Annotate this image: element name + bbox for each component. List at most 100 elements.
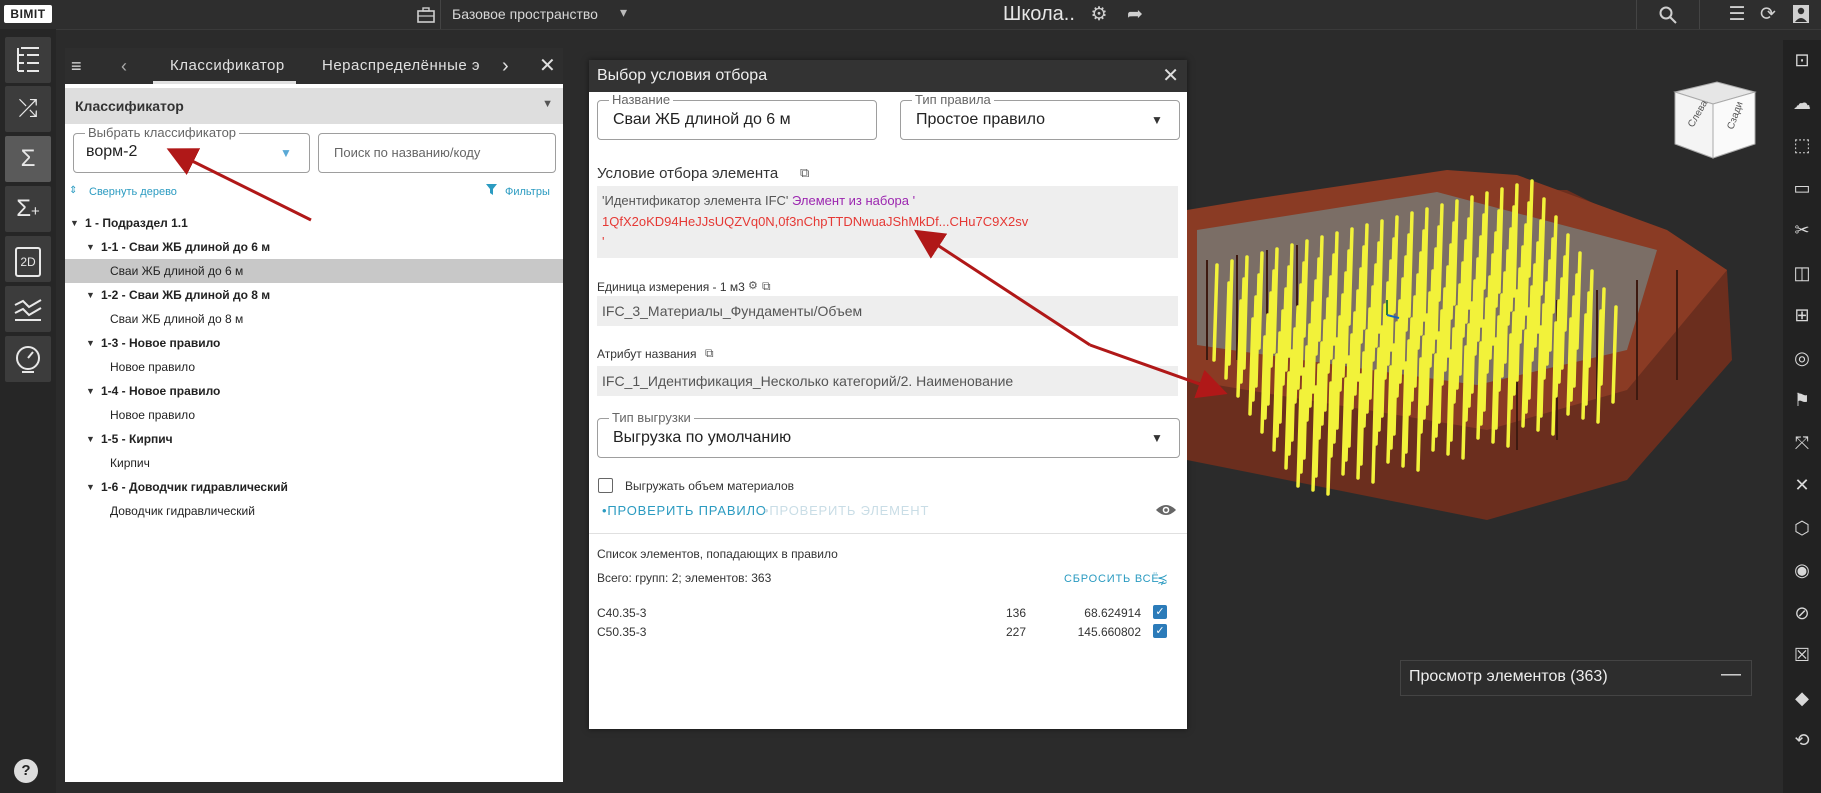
chevron-left-icon[interactable]: ‹ — [121, 48, 128, 84]
rule-type-value: Простое правило — [916, 111, 1045, 128]
search-icon[interactable] — [1653, 0, 1683, 29]
space-selector[interactable]: Базовое пространство — [452, 6, 598, 22]
condition-end: ' — [602, 234, 605, 249]
eye-icon[interactable] — [1155, 503, 1177, 522]
tree-group[interactable]: 1-2 - Сваи ЖБ длиной до 8 м — [101, 288, 270, 302]
reset-all-button[interactable]: СБРОСИТЬ ВСЁ — [1064, 573, 1160, 585]
help-button[interactable]: ? — [14, 759, 38, 783]
name-attr-value-box[interactable]: IFC_1_Идентификация_Несколько категорий/… — [597, 366, 1178, 396]
filter-icon[interactable] — [486, 184, 497, 198]
2d-icon[interactable]: 2D — [5, 236, 51, 282]
search-input[interactable]: Поиск по названию/коду — [318, 133, 556, 173]
chevron-down-icon[interactable]: ▼ — [86, 242, 95, 252]
cut-icon[interactable]: ✂ — [1787, 215, 1817, 245]
tree-group[interactable]: 1-4 - Новое правило — [101, 384, 220, 398]
eye-off-icon[interactable]: ⊘ — [1787, 598, 1817, 628]
view-cube[interactable]: Слева Сзади — [1673, 80, 1759, 162]
gauge-icon[interactable] — [5, 336, 51, 382]
unit-value-box[interactable]: IFC_3_Материалы_Фундаменты/Объем — [597, 296, 1178, 326]
tree-group[interactable]: 1-3 - Новое правило — [101, 336, 220, 350]
check-element-button[interactable]: •ПРОВЕРИТЬ ЭЛЕМЕНТ — [764, 503, 929, 518]
dialog-title: Выбор условия отбора — [597, 67, 768, 84]
tree-group[interactable]: 1-5 - Кирпич — [101, 432, 173, 446]
tab-unassigned[interactable]: Нераспределённые э — [322, 48, 507, 84]
sigma-plus-icon[interactable]: Σ+ — [5, 186, 51, 232]
chevron-down-icon[interactable]: ▼ — [280, 146, 292, 160]
classifier-section-header[interactable]: Классификатор ▼ — [65, 88, 563, 124]
close-icon[interactable]: ✕ — [1162, 63, 1179, 88]
element-checkbox[interactable]: ✓ — [1153, 605, 1167, 619]
menu-icon[interactable]: ≡ — [71, 48, 82, 84]
export-volume-checkbox[interactable] — [598, 478, 613, 493]
tree-group[interactable]: 1-6 - Доводчик гидравлический — [101, 480, 288, 494]
flag-icon[interactable]: ⚑ — [1787, 385, 1817, 415]
collapse-tree-icon[interactable]: ⇕ — [69, 185, 77, 196]
collapse-tree-button[interactable]: Свернуть дерево — [89, 186, 177, 198]
chevron-down-icon[interactable]: ▼ — [70, 218, 79, 228]
element-preview-bar[interactable]: Просмотр элементов (363) — — [1400, 660, 1752, 696]
unit-value: IFC_3_Материалы_Фундаменты/Объем — [602, 303, 863, 319]
chevron-down-icon[interactable]: ▾ — [620, 4, 627, 21]
search-placeholder: Поиск по названию/коду — [334, 145, 481, 160]
chevron-down-icon[interactable]: ▼ — [542, 98, 553, 110]
briefcase-icon[interactable] — [411, 0, 441, 29]
tree-item[interactable]: Новое правило — [110, 360, 195, 374]
transform-icon[interactable]: ⤧ — [1787, 428, 1817, 458]
filters-button[interactable]: Фильтры — [505, 186, 550, 198]
clear-selection-icon[interactable]: ⋨ — [1157, 571, 1168, 587]
chevron-down-icon[interactable]: ▼ — [86, 338, 95, 348]
sigma-icon[interactable]: Σ — [5, 136, 51, 182]
tree-item[interactable]: Новое правило — [110, 408, 195, 422]
chevron-down-icon[interactable]: ▼ — [1151, 113, 1163, 127]
box-x-icon[interactable]: ☒ — [1787, 640, 1817, 670]
tree-icon[interactable] — [5, 37, 51, 83]
tab-classifier[interactable]: Классификатор — [170, 48, 285, 84]
close-icon[interactable]: ✕ — [539, 48, 556, 84]
tree-group[interactable]: 1 - Подраздел 1.1 — [85, 216, 188, 230]
focus-icon[interactable]: ⊡ — [1787, 45, 1817, 75]
gear-icon[interactable]: ⚙ — [748, 279, 758, 292]
condition-attribute: 'Идентификатор элемента IFC' — [602, 193, 789, 208]
section-icon[interactable]: ◫ — [1787, 258, 1817, 288]
crosshair-icon[interactable]: ✕ — [1787, 470, 1817, 500]
orbit-icon[interactable]: ⟲ — [1787, 725, 1817, 755]
copy-icon[interactable]: ⧉ — [705, 346, 714, 361]
check-rule-button[interactable]: •ПРОВЕРИТЬ ПРАВИЛО — [602, 503, 767, 518]
element-checkbox[interactable]: ✓ — [1153, 624, 1167, 638]
target-icon[interactable]: ◎ — [1787, 343, 1817, 373]
minimize-icon[interactable]: — — [1721, 663, 1741, 686]
gear-icon[interactable]: ⚙ — [1084, 0, 1114, 29]
list-totals: Всего: групп: 2; элементов: 363 — [597, 571, 772, 585]
sync-icon[interactable]: ⟳ — [1753, 0, 1783, 29]
eye-icon[interactable]: ◉ — [1787, 555, 1817, 585]
shuffle-icon[interactable]: ⤮ — [5, 86, 51, 132]
dialog-header: Выбор условия отбора ✕ — [589, 60, 1187, 92]
cube-icon[interactable]: ⬡ — [1787, 513, 1817, 543]
user-icon[interactable] — [1786, 0, 1816, 29]
solid-cube-icon[interactable]: ◆ — [1787, 683, 1817, 713]
tree-item[interactable]: Сваи ЖБ длиной до 6 м — [110, 264, 243, 278]
select-icon[interactable]: ⬚ — [1787, 130, 1817, 160]
list-icon[interactable]: ☰ — [1722, 0, 1752, 29]
element-count: 227 — [1005, 625, 1026, 639]
fit-icon[interactable]: ⊞ — [1787, 300, 1817, 330]
copy-icon[interactable]: ⧉ — [762, 279, 771, 294]
chevron-down-icon[interactable]: ▼ — [86, 386, 95, 396]
ruler-icon[interactable]: ▭ — [1787, 173, 1817, 203]
cloud-icon[interactable]: ☁ — [1787, 88, 1817, 118]
chevron-down-icon[interactable]: ▼ — [86, 482, 95, 492]
tree-group[interactable]: 1-1 - Сваи ЖБ длиной до 6 м — [101, 240, 270, 254]
tree-item[interactable]: Кирпич — [110, 456, 150, 470]
share-icon[interactable]: ➦ — [1120, 0, 1150, 29]
tree-item[interactable]: Сваи ЖБ длиной до 8 м — [110, 312, 243, 326]
condition-ids: 1QfX2oKD94HeJJsUQZVq0N,0f3nChpTTDNwuaJSh… — [602, 214, 1029, 229]
section-title: Классификатор — [75, 98, 184, 114]
chart-icon[interactable] — [5, 286, 51, 332]
tree-item[interactable]: Доводчик гидравлический — [110, 504, 255, 518]
chevron-down-icon[interactable]: ▼ — [86, 434, 95, 444]
copy-icon[interactable]: ⧉ — [800, 165, 809, 181]
condition-box[interactable]: 'Идентификатор элемента IFC' Элемент из … — [597, 186, 1178, 258]
chevron-right-icon[interactable]: › — [502, 48, 509, 84]
chevron-down-icon[interactable]: ▼ — [1151, 431, 1163, 445]
chevron-down-icon[interactable]: ▼ — [86, 290, 95, 300]
